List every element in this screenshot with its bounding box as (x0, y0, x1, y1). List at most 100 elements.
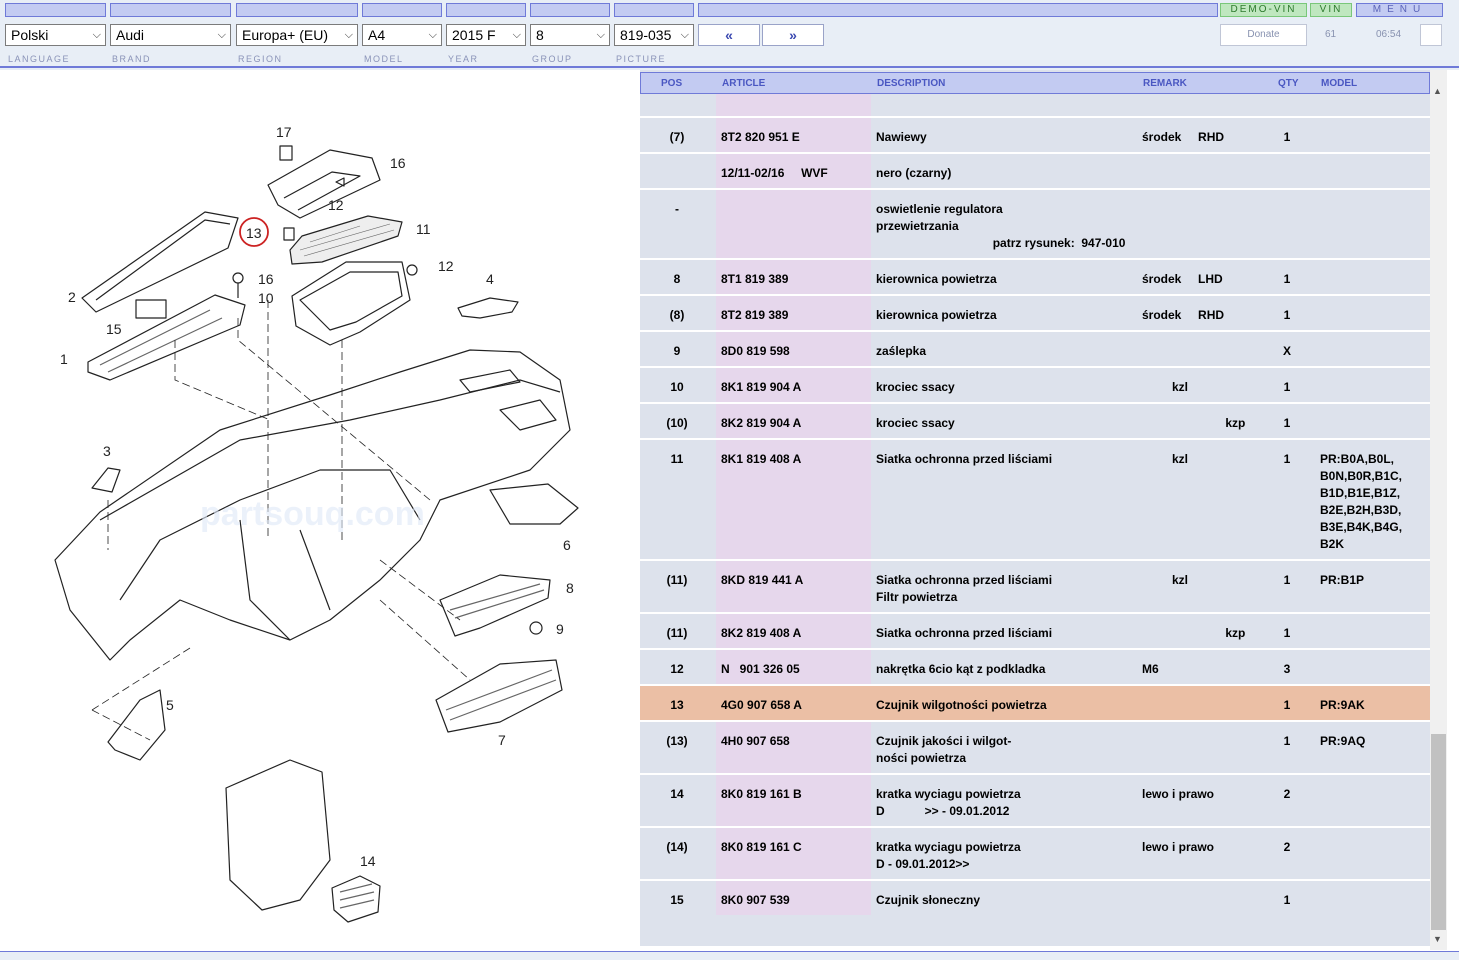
nav-button-3[interactable] (236, 3, 358, 17)
callout-13[interactable]: 13 (246, 225, 262, 241)
table-row[interactable]: 12 N 901 326 05 nakrętka 6cio kąt z podkla… (640, 648, 1430, 684)
cell-article[interactable]: 8T2 819 389 (721, 307, 788, 324)
table-row[interactable]: - oswietlenie regulatora przewietrzania p… (640, 188, 1430, 258)
table-row[interactable]: 10 8K1 819 904 A krociec ssacy kzl 1 (640, 366, 1430, 402)
header-qty[interactable]: QTY (1278, 78, 1299, 89)
scroll-up-icon[interactable]: ▲ (1433, 86, 1442, 96)
cell-article[interactable]: 4G0 907 658 A (721, 697, 802, 714)
extra-box[interactable] (1420, 24, 1442, 46)
callout-14[interactable]: 14 (360, 853, 376, 869)
header-pos[interactable]: POS (661, 78, 682, 89)
nav-button-4[interactable] (362, 3, 442, 17)
cell-article[interactable]: 8K2 819 904 A (721, 415, 801, 432)
callout-8[interactable]: 8 (566, 580, 574, 596)
cell-pos: - (675, 202, 679, 216)
header-remark[interactable]: REMARK (1143, 78, 1187, 89)
table-row[interactable]: 8 8T1 819 389 kierownica powietrza środek L… (640, 258, 1430, 294)
table-row[interactable]: 15 8K0 907 539 Czujnik słoneczny 1 (640, 879, 1430, 915)
callout-6[interactable]: 6 (563, 537, 571, 553)
brand-select[interactable]: Audi ⌵ (110, 24, 231, 46)
donate-button[interactable]: Donate (1220, 24, 1307, 46)
clock-text: 06:54 (1376, 29, 1402, 40)
cell-article[interactable]: N 901 326 05 (721, 661, 800, 678)
cell-article[interactable]: 8K1 819 904 A (721, 379, 801, 396)
vin-button[interactable]: VIN (1310, 3, 1352, 17)
year-value: 2015 F (452, 27, 496, 43)
table-row[interactable]: 11 8K1 819 408 A Siatka ochronna przed liś… (640, 438, 1430, 559)
cell-article[interactable]: 8T2 820 951 E (721, 129, 800, 146)
model-value: A4 (368, 27, 386, 43)
nav-button-5[interactable] (446, 3, 526, 17)
year-select[interactable]: 2015 F ⌵ (446, 24, 526, 46)
model-select[interactable]: A4 ⌵ (362, 24, 442, 46)
table-row[interactable]: (7) 8T2 820 951 E Nawiewy środek RHD 1 (640, 116, 1430, 152)
table-row[interactable]: (13) 4H0 907 658 Czujnik jakości i wilgot-… (640, 720, 1430, 773)
callout-10[interactable]: 10 (258, 290, 274, 306)
cell-remark: M6 (1142, 662, 1159, 676)
callout-11[interactable]: 11 (416, 221, 431, 237)
region-select[interactable]: Europa+ (EU) ⌵ (236, 24, 358, 46)
scroll-down-icon[interactable]: ▼ (1433, 934, 1442, 944)
callout-9[interactable]: 9 (556, 621, 564, 637)
callout-12b[interactable]: 12 (438, 258, 454, 274)
scroll-thumb[interactable] (1431, 734, 1446, 930)
table-row[interactable]: (8) 8T2 819 389 kierownica powietrza środek… (640, 294, 1430, 330)
demo-vin-button[interactable]: DEMO-VIN (1220, 3, 1307, 17)
callout-18[interactable]: 17 (276, 124, 292, 140)
language-select[interactable]: Polski ⌵ (5, 24, 106, 46)
header-model[interactable]: MODEL (1321, 78, 1357, 89)
table-row[interactable]: (14) 8K0 819 161 C kratka wyciagu powietrz… (640, 826, 1430, 879)
callout-7[interactable]: 7 (498, 732, 506, 748)
next-picture-button[interactable]: » (762, 24, 824, 46)
cell-article[interactable]: 12/11-02/16 WVF (721, 165, 828, 182)
chevron-down-icon: ⌵ (92, 29, 101, 41)
nav-button-2[interactable] (110, 3, 231, 17)
counter-text: 61 (1325, 29, 1337, 40)
header-article[interactable]: ARTICLE (722, 78, 765, 89)
nav-button-8[interactable] (698, 3, 1218, 17)
callout-16[interactable]: 16 (258, 271, 274, 287)
table-row[interactable]: 12/11-02/16 WVF nero (czarny) (640, 152, 1430, 188)
callout-17[interactable]: 16 (390, 155, 406, 171)
cell-remark: środek RHD (1142, 130, 1225, 144)
cell-qty: 1 (1283, 698, 1291, 712)
parts-diagram[interactable]: partsouq.com 17 16 12 13 11 12 4 16 2 10… (0, 70, 640, 950)
table-row[interactable]: (11) 8KD 819 441 A Siatka ochronna przed l… (640, 559, 1430, 612)
cell-article[interactable]: 8KD 819 441 A (721, 572, 803, 589)
callout-12a[interactable]: 12 (328, 197, 344, 213)
table-row[interactable]: 13 4G0 907 658 A Czujnik wilgotności powie… (640, 684, 1430, 720)
table-row[interactable]: 14 8K0 819 161 B kratka wyciagu powietrza … (640, 773, 1430, 826)
callout-4[interactable]: 4 (486, 271, 494, 287)
callout-5[interactable]: 5 (166, 697, 174, 713)
nav-button-7[interactable] (614, 3, 694, 17)
cell-article[interactable]: 4H0 907 658 (721, 733, 790, 750)
cell-article[interactable]: 8K0 819 161 B (721, 786, 802, 803)
table-scrollbar[interactable]: ▲ ▼ (1430, 70, 1447, 950)
cell-article[interactable]: 8K2 819 408 A (721, 625, 801, 642)
nav-button-1[interactable] (5, 3, 106, 17)
cell-pos: 13 (670, 698, 684, 712)
callout-1[interactable]: 1 (60, 351, 68, 367)
cell-article[interactable]: 8T1 819 389 (721, 271, 788, 288)
callout-3[interactable]: 3 (103, 443, 111, 459)
menu-button[interactable]: MENU (1356, 3, 1443, 17)
chevron-down-icon: ⌵ (596, 29, 605, 41)
table-row[interactable]: (11) 8K2 819 408 A Siatka ochronna przed l… (640, 612, 1430, 648)
cell-article[interactable]: 8D0 819 598 (721, 343, 790, 360)
cell-article[interactable]: 8K0 819 161 C (721, 839, 802, 856)
nav-button-6[interactable] (530, 3, 610, 17)
cell-remark: lewo i prawo (1142, 840, 1215, 854)
prev-picture-button[interactable]: « (698, 24, 760, 46)
group-select[interactable]: 8 ⌵ (530, 24, 610, 46)
cell-article[interactable]: 8K0 907 539 (721, 892, 790, 909)
cell-pos: (13) (666, 734, 688, 748)
callout-2[interactable]: 2 (68, 289, 76, 305)
region-label: REGION (238, 54, 283, 64)
callout-15[interactable]: 15 (106, 321, 122, 337)
header-description[interactable]: DESCRIPTION (877, 78, 945, 89)
table-row[interactable]: 9 8D0 819 598 zaślepka X (640, 330, 1430, 366)
picture-select[interactable]: 819-035 ⌵ (614, 24, 694, 46)
cell-article[interactable]: 8K1 819 408 A (721, 451, 801, 468)
cell-remark: środek RHD (1142, 308, 1225, 322)
table-row[interactable]: (10) 8K2 819 904 A krociec ssacy kzp 1 (640, 402, 1430, 438)
